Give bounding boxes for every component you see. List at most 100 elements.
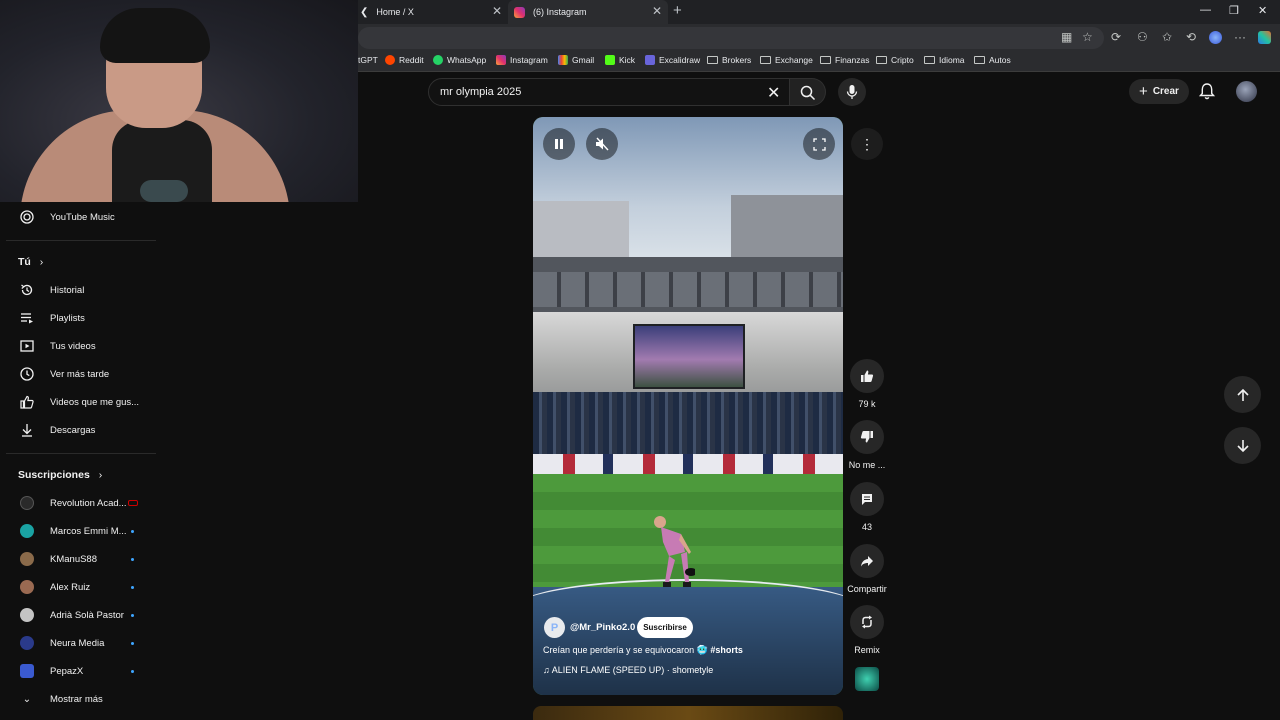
bookmark-exchange[interactable]: Exchange bbox=[760, 55, 813, 65]
comments-button[interactable] bbox=[850, 482, 884, 516]
show-more-button[interactable]: ⌄ Mostrar más bbox=[0, 687, 158, 711]
star-icon[interactable]: ☆ bbox=[1082, 30, 1093, 44]
subscriptions-section-heading[interactable]: Suscripciones › bbox=[18, 469, 102, 481]
url-field[interactable] bbox=[358, 27, 1104, 49]
plus-icon: + bbox=[1139, 83, 1148, 100]
new-tab-button[interactable]: + bbox=[673, 2, 682, 19]
sidebar-item-tus-videos[interactable]: Tus videos bbox=[0, 334, 158, 358]
arrow-up-icon bbox=[1236, 388, 1249, 401]
sidebar-item-playlists[interactable]: Playlists bbox=[0, 306, 158, 330]
sound-thumbnail[interactable] bbox=[855, 667, 879, 691]
subscribe-button[interactable]: Suscribirse bbox=[637, 617, 693, 638]
video-crowd bbox=[533, 392, 843, 454]
search-icon bbox=[800, 85, 816, 101]
subscription-item[interactable]: Neura Media bbox=[0, 631, 158, 655]
channel-avatar bbox=[20, 608, 34, 622]
you-section-heading[interactable]: Tú › bbox=[18, 256, 43, 268]
share-button[interactable] bbox=[850, 544, 884, 578]
fullscreen-icon bbox=[812, 137, 826, 151]
comments-action[interactable]: 43 bbox=[850, 482, 884, 532]
folder-icon bbox=[924, 56, 935, 64]
copilot-icon[interactable] bbox=[1258, 31, 1271, 44]
bookmark-brokers[interactable]: Brokers bbox=[707, 55, 751, 65]
new-content-dot bbox=[131, 641, 134, 645]
search-box[interactable]: mr olympia 2025 ✕ bbox=[428, 78, 790, 106]
download-icon bbox=[20, 423, 34, 437]
instagram-icon bbox=[496, 55, 506, 65]
subscription-item[interactable]: Alex Ruiz bbox=[0, 575, 158, 599]
bookmark-gmail[interactable]: Gmail bbox=[558, 55, 594, 65]
notifications-button[interactable] bbox=[1198, 82, 1216, 105]
remix-button[interactable] bbox=[850, 605, 884, 639]
account-avatar[interactable] bbox=[1236, 81, 1257, 102]
next-short-button[interactable] bbox=[1224, 427, 1261, 464]
sidebar-item-descargas[interactable]: Descargas bbox=[0, 418, 158, 442]
bell-icon bbox=[1198, 83, 1216, 100]
thumb-down-icon bbox=[860, 431, 873, 443]
short-title[interactable]: Creían que perdería y se equivocaron 🥶 #… bbox=[543, 645, 743, 656]
tab-home-x[interactable]: ❮ Home / X ✕ bbox=[358, 0, 508, 24]
sidebar-item-youtube-music[interactable]: YouTube Music bbox=[0, 205, 158, 229]
more-options-button[interactable]: ⋮ bbox=[851, 128, 883, 160]
favorites-icon[interactable]: ✩ bbox=[1162, 30, 1172, 44]
channel-name: Adrià Solà Pastor bbox=[50, 609, 124, 621]
channel-handle[interactable]: @Mr_Pinko2.0 bbox=[570, 622, 635, 633]
bookmark-cripto[interactable]: Cripto bbox=[876, 55, 914, 65]
clear-search-icon[interactable]: ✕ bbox=[767, 83, 780, 103]
channel-avatar[interactable]: P bbox=[544, 617, 565, 638]
bookmark-idioma[interactable]: Idioma bbox=[924, 55, 965, 65]
subscription-item[interactable]: KManuS88 bbox=[0, 547, 158, 571]
search-input[interactable]: mr olympia 2025 bbox=[440, 86, 521, 98]
short-sound-link[interactable]: ♫ ALIEN FLAME (SPEED UP) · shometyle bbox=[543, 665, 713, 675]
mute-button[interactable] bbox=[586, 128, 618, 160]
subscription-item[interactable]: PepazX bbox=[0, 659, 158, 683]
new-content-dot bbox=[131, 669, 134, 673]
bookmark-finanzas[interactable]: Finanzas bbox=[820, 55, 870, 65]
history-icon[interactable]: ⟲ bbox=[1186, 30, 1196, 44]
close-icon[interactable]: ✕ bbox=[652, 4, 662, 18]
tab-instagram[interactable]: (6) Instagram ✕ bbox=[508, 0, 668, 24]
sidebar-item-liked-videos[interactable]: Videos que me gus... bbox=[0, 390, 158, 414]
subscription-item[interactable]: Revolution Acad... bbox=[0, 491, 158, 515]
sidebar-item-historial[interactable]: Historial bbox=[0, 278, 158, 302]
bookmark-instagram[interactable]: Instagram bbox=[496, 55, 548, 65]
clock-icon bbox=[20, 367, 34, 381]
fullscreen-button[interactable] bbox=[803, 128, 835, 160]
refresh-icon[interactable]: ⟳ bbox=[1111, 30, 1121, 44]
maximize-button[interactable]: ❐ bbox=[1229, 4, 1239, 17]
pause-button[interactable] bbox=[543, 128, 575, 160]
dislike-button[interactable] bbox=[850, 420, 884, 454]
next-short-preview[interactable] bbox=[533, 706, 843, 720]
share-action[interactable]: Compartir bbox=[847, 544, 887, 594]
bookmark-kick[interactable]: Kick bbox=[605, 55, 635, 65]
channel-avatar bbox=[20, 664, 34, 678]
more-menu-icon[interactable]: ··· bbox=[1234, 30, 1246, 44]
bookmark-reddit[interactable]: Reddit bbox=[385, 55, 424, 65]
minimize-button[interactable]: — bbox=[1200, 4, 1211, 16]
search-button[interactable] bbox=[790, 78, 826, 106]
sidebar-item-ver-mas-tarde[interactable]: Ver más tarde bbox=[0, 362, 158, 386]
create-button[interactable]: + Crear bbox=[1129, 79, 1189, 104]
subscription-item[interactable]: Adrià Solà Pastor bbox=[0, 603, 158, 627]
bookmark-autos[interactable]: Autos bbox=[974, 55, 1011, 65]
video-building bbox=[533, 201, 629, 261]
shorts-video-player[interactable]: P @Mr_Pinko2.0 Suscribirse Creían que pe… bbox=[533, 117, 843, 695]
bookmark-whatsapp[interactable]: WhatsApp bbox=[433, 55, 486, 65]
chevron-down-icon: ⌄ bbox=[22, 693, 32, 705]
like-action[interactable]: 79 k bbox=[850, 359, 884, 409]
previous-short-button[interactable] bbox=[1224, 376, 1261, 413]
close-icon[interactable]: ✕ bbox=[492, 4, 502, 18]
video-athlete bbox=[654, 516, 695, 587]
voice-search-button[interactable] bbox=[838, 78, 866, 106]
profile-icon[interactable] bbox=[1209, 31, 1222, 44]
remix-action[interactable]: Remix bbox=[850, 605, 884, 655]
dislike-action[interactable]: No me ... bbox=[849, 420, 885, 470]
window-close-button[interactable]: ✕ bbox=[1258, 4, 1267, 17]
bookmark-excalidraw[interactable]: Excalidraw bbox=[645, 55, 700, 65]
hashtag-link[interactable]: #shorts bbox=[710, 645, 743, 655]
extension-icon[interactable]: ⚇ bbox=[1137, 30, 1148, 44]
subscription-item[interactable]: Marcos Emmi M... bbox=[0, 519, 158, 543]
like-button[interactable] bbox=[850, 359, 884, 393]
bookmark-chatgpt[interactable]: tGPT bbox=[358, 55, 378, 65]
apps-icon[interactable]: ▦ bbox=[1061, 30, 1072, 44]
